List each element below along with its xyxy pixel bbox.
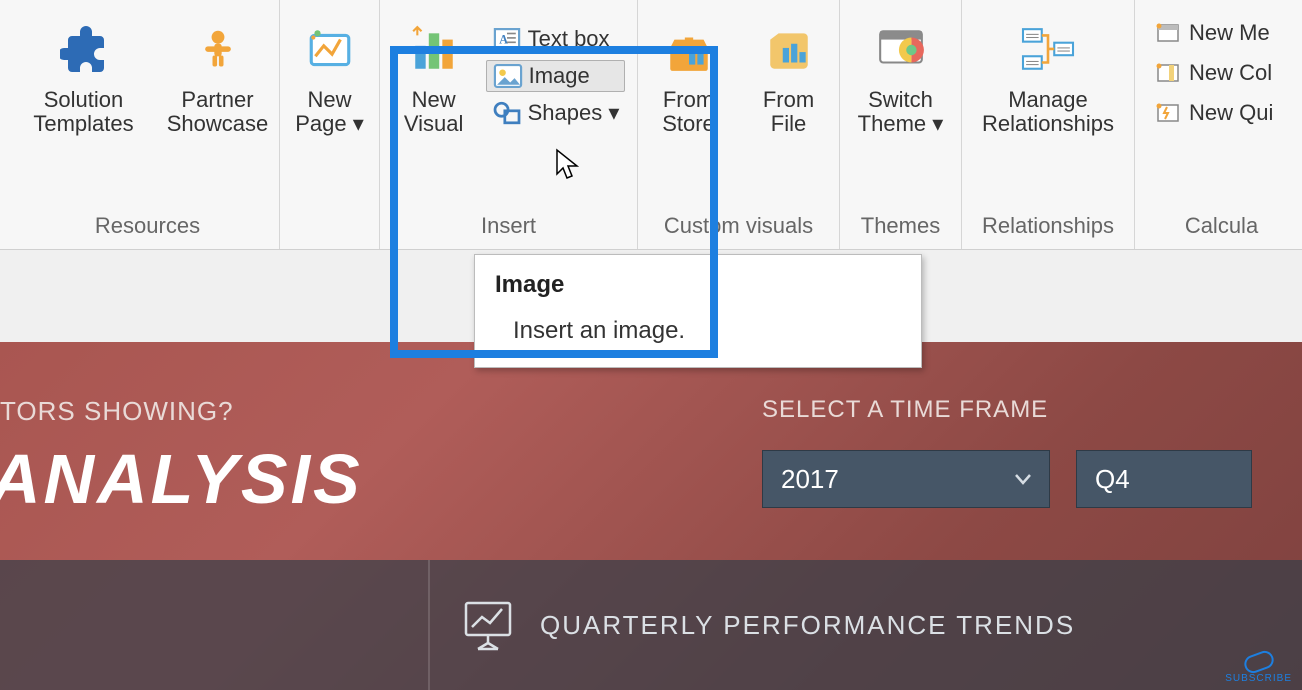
cursor-icon xyxy=(555,148,581,187)
from-store-label: From Store xyxy=(662,88,715,136)
group-custom-visuals: From Store From File Custom visuals xyxy=(638,0,840,249)
group-resources-label: Resources xyxy=(95,213,200,239)
ribbon: Solution Templates Partner Showcase Reso… xyxy=(0,0,1302,250)
ribbon-edge-left xyxy=(0,0,16,249)
relationships-icon xyxy=(1016,18,1080,82)
group-themes: Switch Theme ▾ Themes xyxy=(840,0,962,249)
solution-templates-label: Solution Templates xyxy=(33,88,133,136)
subscribe-badge[interactable]: SUBSCRIBE xyxy=(1225,653,1292,684)
group-custom-visuals-label: Custom visuals xyxy=(664,213,813,239)
group-resources: Solution Templates Partner Showcase Reso… xyxy=(16,0,280,249)
group-relationships: Manage Relationships Relationships xyxy=(962,0,1135,249)
new-page-icon xyxy=(298,18,362,82)
shapes-label: Shapes ▾ xyxy=(528,100,620,126)
group-page: New Page ▾ xyxy=(280,0,380,249)
theme-icon xyxy=(869,18,933,82)
group-calculations: New Me New Col New Qui Calcula xyxy=(1135,0,1302,249)
dashboard-header: TORS SHOWING? ANALYSIS SELECT A TIME FRA… xyxy=(0,396,1302,519)
new-visual-button[interactable]: New Visual xyxy=(392,18,476,136)
timeframe-block: SELECT A TIME FRAME 2017 Q4 xyxy=(762,396,1282,519)
group-themes-label: Themes xyxy=(861,213,940,239)
group-calculations-label: Calcula xyxy=(1185,213,1258,239)
from-file-label: From File xyxy=(763,88,814,136)
calc-icon-1 xyxy=(1153,20,1183,46)
new-column-button[interactable]: New Col xyxy=(1147,58,1278,88)
text-box-button[interactable]: A Text box xyxy=(486,24,626,54)
year-dropdown[interactable]: 2017 xyxy=(762,450,1050,508)
new-measure-label: New Me xyxy=(1189,20,1270,46)
tooltip-title: Image xyxy=(495,271,901,299)
new-page-button[interactable]: New Page ▾ xyxy=(286,18,374,136)
partner-showcase-button[interactable]: Partner Showcase xyxy=(159,18,277,136)
subscribe-label: SUBSCRIBE xyxy=(1225,673,1292,684)
from-file-icon xyxy=(757,18,821,82)
manage-relationships-button[interactable]: Manage Relationships xyxy=(968,18,1128,136)
from-store-button[interactable]: From Store xyxy=(644,18,734,136)
panel-right-title: QUARTERLY PERFORMANCE TRENDS xyxy=(540,610,1075,641)
dashboard-title-block: TORS SHOWING? ANALYSIS xyxy=(0,396,363,519)
tooltip-desc: Insert an image. xyxy=(495,317,901,345)
solution-templates-button[interactable]: Solution Templates xyxy=(19,18,149,136)
manage-relationships-label: Manage Relationships xyxy=(982,88,1114,136)
store-icon xyxy=(657,18,721,82)
timeframe-label: SELECT A TIME FRAME xyxy=(762,396,1282,424)
switch-theme-label: Switch Theme ▾ xyxy=(858,88,944,136)
bar-chart-icon xyxy=(402,18,466,82)
year-value: 2017 xyxy=(781,464,839,495)
from-file-button[interactable]: From File xyxy=(744,18,834,136)
panel-row: QUARTERLY PERFORMANCE TRENDS xyxy=(0,560,1302,690)
puzzle-icon xyxy=(52,18,116,82)
presentation-chart-icon xyxy=(460,597,516,653)
new-measure-button[interactable]: New Me xyxy=(1147,18,1276,48)
svg-text:A: A xyxy=(499,32,508,46)
pill-icon xyxy=(1241,648,1275,675)
report-canvas: TORS SHOWING? ANALYSIS SELECT A TIME FRA… xyxy=(0,342,1302,690)
text-box-label: Text box xyxy=(528,26,610,52)
group-insert: New Visual A Text box Image xyxy=(380,0,638,249)
text-box-icon: A xyxy=(492,26,522,52)
person-icon xyxy=(186,18,250,82)
image-label: Image xyxy=(529,63,590,89)
insert-small-buttons: A Text box Image Shapes ▾ xyxy=(486,18,626,128)
new-page-label: New Page ▾ xyxy=(295,88,364,136)
new-quick-measure-button[interactable]: New Qui xyxy=(1147,98,1279,128)
new-column-label: New Col xyxy=(1189,60,1272,86)
new-visual-label: New Visual xyxy=(404,88,464,136)
shapes-icon xyxy=(492,100,522,126)
dashboard-title: ANALYSIS xyxy=(0,439,363,519)
group-page-label xyxy=(326,213,332,239)
calc-icon-3 xyxy=(1153,100,1183,126)
quarter-value: Q4 xyxy=(1095,464,1130,495)
quarter-dropdown[interactable]: Q4 xyxy=(1076,450,1252,508)
group-insert-label: Insert xyxy=(481,213,536,239)
chevron-down-icon xyxy=(1011,467,1035,491)
dashboard-subtitle: TORS SHOWING? xyxy=(0,396,363,427)
switch-theme-button[interactable]: Switch Theme ▾ xyxy=(846,18,956,136)
shapes-button[interactable]: Shapes ▾ xyxy=(486,98,626,128)
panel-left xyxy=(0,560,430,690)
group-relationships-label: Relationships xyxy=(982,213,1114,239)
image-tooltip: Image Insert an image. xyxy=(474,254,922,368)
panel-quarterly-trends: QUARTERLY PERFORMANCE TRENDS xyxy=(430,560,1302,690)
new-quick-label: New Qui xyxy=(1189,100,1273,126)
image-button[interactable]: Image xyxy=(486,60,626,92)
partner-showcase-label: Partner Showcase xyxy=(167,88,269,136)
image-icon xyxy=(493,63,523,89)
calc-icon-2 xyxy=(1153,60,1183,86)
